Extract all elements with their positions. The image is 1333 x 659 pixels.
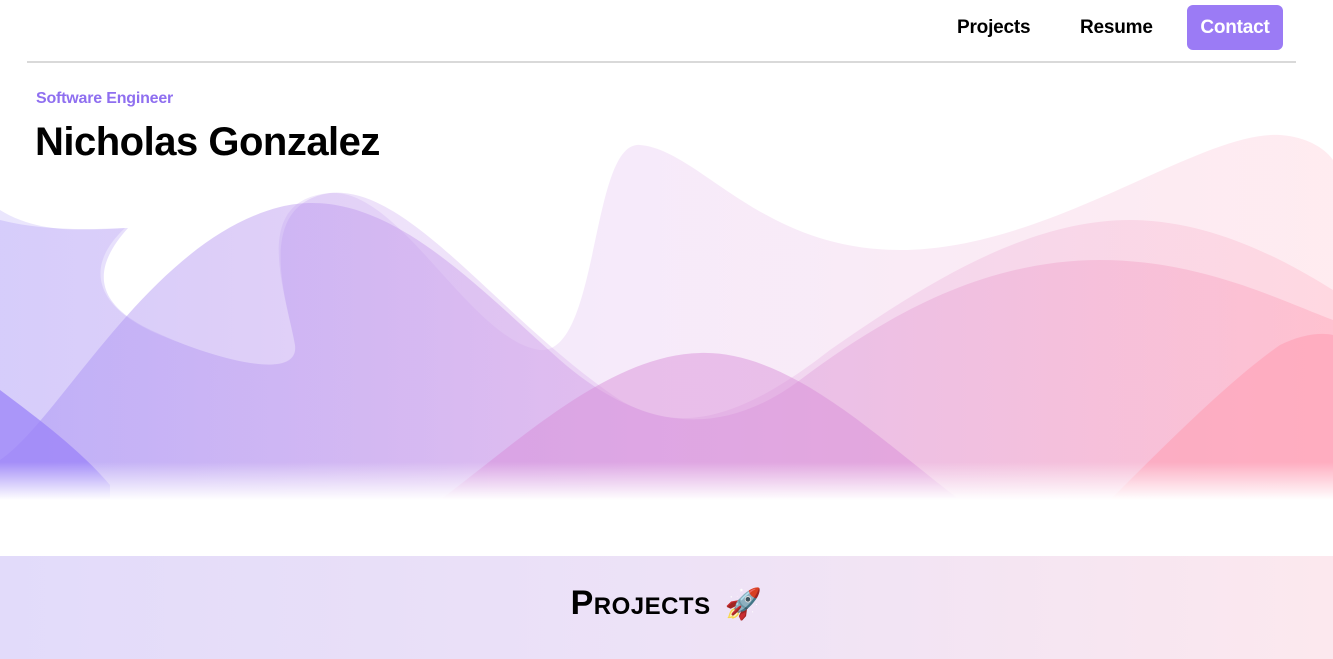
nav-link-projects[interactable]: Projects: [957, 15, 1031, 41]
projects-heading-text: Projects: [570, 584, 711, 622]
rocket-icon: 🚀: [724, 588, 763, 621]
top-navigation: Projects Resume Contact: [27, 0, 1296, 63]
projects-heading: Projects 🚀: [0, 584, 1333, 623]
hero-waves-illustration: [0, 120, 1333, 500]
page: Projects Resume Contact Software Enginee…: [0, 0, 1333, 659]
hero-name: Nicholas Gonzalez: [35, 120, 380, 164]
nav-link-resume[interactable]: Resume: [1080, 15, 1153, 41]
hero-subtitle: Software Engineer: [36, 90, 174, 107]
projects-section: Projects 🚀: [0, 556, 1333, 659]
contact-button[interactable]: Contact: [1187, 5, 1283, 50]
